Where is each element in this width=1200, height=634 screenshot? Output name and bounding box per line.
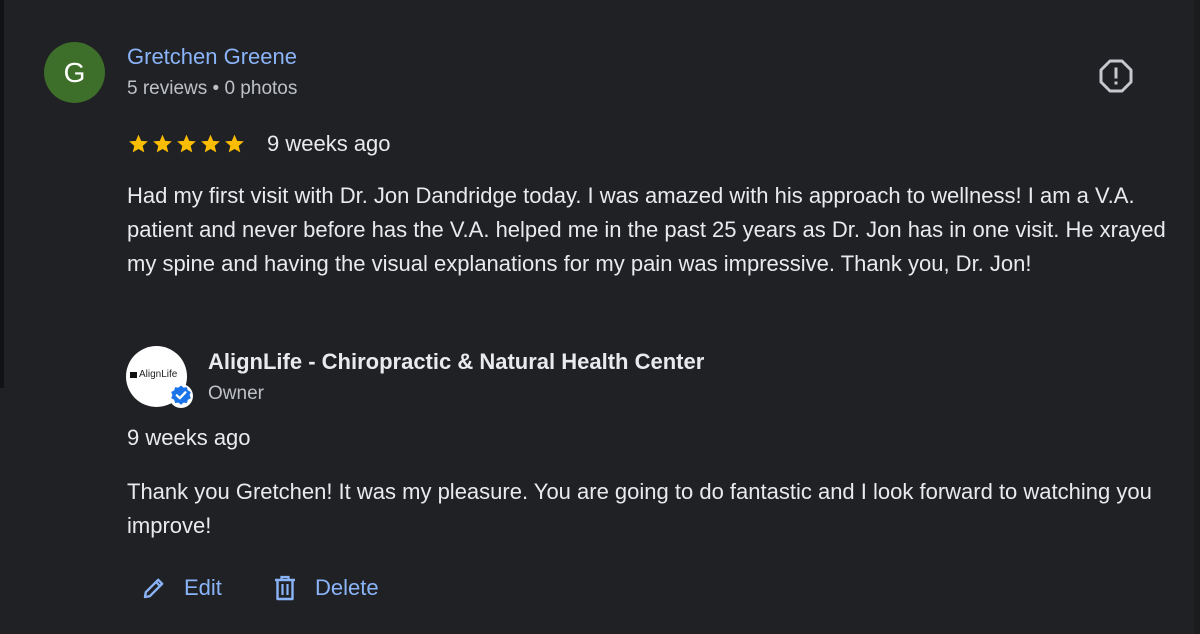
star-icon — [153, 134, 172, 153]
owner-name[interactable]: AlignLife - Chiropractic & Natural Healt… — [208, 349, 704, 375]
left-edge-divider — [0, 0, 4, 388]
owner-logo-text: AlignLife — [139, 369, 178, 380]
review-date: 9 weeks ago — [267, 131, 391, 156]
report-flag-icon — [1099, 59, 1133, 93]
star-icon — [201, 134, 220, 153]
rating-row: 9 weeks ago — [127, 131, 391, 157]
trash-icon — [275, 575, 295, 601]
owner-role: Owner — [208, 383, 264, 404]
star-icon — [129, 134, 148, 153]
owner-avatar[interactable]: AlignLife — [126, 346, 193, 408]
reviewer-avatar[interactable]: G — [44, 42, 105, 103]
star-icon — [177, 134, 196, 153]
reviewer-name[interactable]: Gretchen Greene — [127, 44, 297, 70]
edit-button[interactable]: Edit — [141, 572, 222, 604]
logo-mark-icon — [130, 371, 137, 378]
owner-logo: AlignLife — [130, 369, 177, 380]
reviewer-initial: G — [63, 56, 86, 88]
reply-date: 9 weeks ago — [127, 425, 251, 450]
reply-text: Thank you Gretchen! It was my pleasure. … — [127, 479, 1152, 538]
star-icon — [225, 134, 244, 153]
delete-label: Delete — [315, 575, 379, 600]
edit-label: Edit — [184, 575, 222, 600]
report-button[interactable] — [1099, 59, 1133, 93]
pencil-icon — [143, 578, 164, 599]
star-rating — [127, 133, 246, 155]
verified-badge-icon — [169, 384, 193, 408]
review-text: Had my first visit with Dr. Jon Dandridg… — [127, 183, 1166, 276]
reviewer-meta: 5 reviews • 0 photos — [127, 78, 298, 99]
delete-button[interactable]: Delete — [272, 572, 379, 604]
right-edge-divider — [1194, 0, 1200, 634]
